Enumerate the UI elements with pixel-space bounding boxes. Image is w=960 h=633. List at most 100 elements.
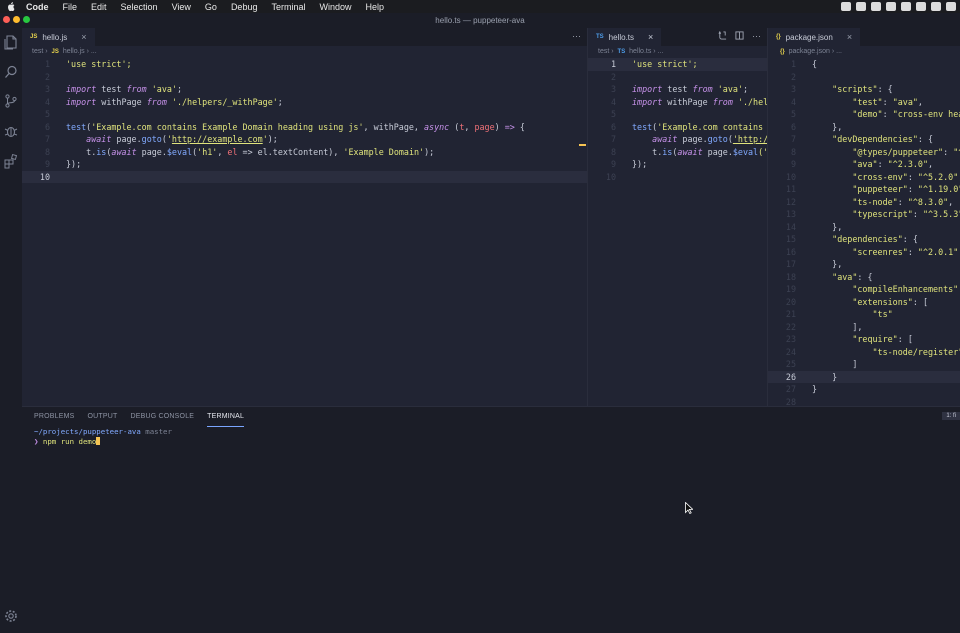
- wifi-icon[interactable]: [946, 2, 956, 11]
- manage-gear-icon[interactable]: [3, 608, 19, 624]
- code-line[interactable]: 20 "extensions": [: [768, 296, 960, 309]
- tab-hello-ts[interactable]: TS hello.ts ×: [588, 28, 662, 46]
- breadcrumb-file[interactable]: hello.js: [63, 48, 85, 55]
- terminal-selector[interactable]: 1: fi: [942, 412, 960, 420]
- code-line[interactable]: 2: [588, 71, 767, 84]
- breadcrumb-more[interactable]: ...: [91, 48, 97, 55]
- code-line[interactable]: 18 "ava": {: [768, 271, 960, 284]
- code-line[interactable]: 22 ],: [768, 321, 960, 334]
- close-window-button[interactable]: [3, 16, 10, 23]
- close-tab-icon[interactable]: ×: [847, 32, 852, 42]
- menu-terminal[interactable]: Terminal: [271, 2, 305, 12]
- breadcrumb-more[interactable]: ...: [658, 48, 664, 55]
- code-line[interactable]: 11 "puppeteer": "^1.19.0",: [768, 183, 960, 196]
- menu-go[interactable]: Go: [205, 2, 217, 12]
- tab-output[interactable]: OUTPUT: [88, 407, 118, 427]
- breadcrumb-folder[interactable]: test: [32, 48, 43, 55]
- menu-selection[interactable]: Selection: [121, 2, 158, 12]
- code-line[interactable]: 2: [768, 71, 960, 84]
- code-line[interactable]: 25 ]: [768, 358, 960, 371]
- close-tab-icon[interactable]: ×: [81, 32, 86, 42]
- code-line[interactable]: 8 t.is(await page.$eval('h1', el => el.t…: [22, 146, 587, 159]
- source-control-icon[interactable]: [3, 93, 19, 109]
- code-line[interactable]: 4 import withPage from './helpers/_withPa…: [22, 96, 587, 109]
- record-icon[interactable]: [841, 2, 851, 11]
- more-actions-icon[interactable]: ···: [752, 31, 761, 41]
- code-editor[interactable]: 1'use strict'; 2 3 import test from 'ava'; 4…: [588, 58, 767, 183]
- code-line[interactable]: 7 "devDependencies": {: [768, 133, 960, 146]
- code-line[interactable]: 24 "ts-node/register": [768, 346, 960, 359]
- code-line[interactable]: 6 test ('Example.com contains Example Doma…: [22, 121, 587, 134]
- terminal-output[interactable]: ~/projects/puppeteer-ava master ❯ npm ru…: [22, 427, 960, 446]
- breadcrumb-file[interactable]: hello.ts: [629, 48, 651, 55]
- code-line[interactable]: 28: [768, 396, 960, 407]
- close-tab-icon[interactable]: ×: [648, 32, 653, 42]
- code-line[interactable]: 3 import test from 'ava';: [22, 83, 587, 96]
- code-line[interactable]: 8 "@types/puppeteer": "^: [768, 146, 960, 159]
- tab-terminal[interactable]: TERMINAL: [207, 407, 245, 427]
- menu-window[interactable]: Window: [319, 2, 351, 12]
- menu-debug[interactable]: Debug: [231, 2, 258, 12]
- code-line[interactable]: 5 "demo": "cross-env hea: [768, 108, 960, 121]
- puzzle-icon[interactable]: [856, 2, 866, 11]
- code-line[interactable]: 27}: [768, 383, 960, 396]
- code-line[interactable]: 3 import test from 'ava';: [588, 83, 767, 96]
- cloud-icon[interactable]: [901, 2, 911, 11]
- code-line[interactable]: 21 "ts": [768, 308, 960, 321]
- code-line[interactable]: 1{: [768, 58, 960, 71]
- breadcrumb-more[interactable]: ...: [836, 48, 842, 55]
- code-line[interactable]: 17 },: [768, 258, 960, 271]
- menu-file[interactable]: File: [63, 2, 78, 12]
- open-changes-icon[interactable]: [718, 31, 727, 40]
- code-line[interactable]: 7 await page.goto('http:/: [588, 133, 767, 146]
- dollar-icon[interactable]: [871, 2, 881, 11]
- code-editor[interactable]: 1{2 3 "scripts": {4 "test": "ava", 5 "demo…: [768, 58, 960, 406]
- code-line[interactable]: 9});: [22, 158, 587, 171]
- code-line[interactable]: 13 "typescript": "^3.5.3": [768, 208, 960, 221]
- debug-icon[interactable]: [3, 123, 19, 139]
- drive-icon[interactable]: [916, 2, 926, 11]
- code-line[interactable]: 9});: [588, 158, 767, 171]
- code-line[interactable]: 10 "cross-env": "^5.2.0",: [768, 171, 960, 184]
- code-line[interactable]: 10: [588, 171, 767, 184]
- code-line[interactable]: 5: [22, 108, 587, 121]
- code-line[interactable]: 3 "scripts": {: [768, 83, 960, 96]
- search-icon[interactable]: [3, 64, 19, 80]
- code-line[interactable]: 12 "ts-node": "^8.3.0",: [768, 196, 960, 209]
- apple-icon[interactable]: [6, 2, 16, 11]
- code-line[interactable]: 26 }: [768, 370, 960, 383]
- menu-app[interactable]: Code: [26, 2, 49, 12]
- battery-icon[interactable]: [931, 2, 941, 11]
- code-line[interactable]: 16 "screenres": "^2.0.1": [768, 246, 960, 259]
- code-editor[interactable]: 1'use strict'; 2 3 import test from 'ava'; 4…: [22, 58, 587, 183]
- code-line[interactable]: 15 "dependencies": {: [768, 233, 960, 246]
- code-line[interactable]: 19 "compileEnhancements":: [768, 283, 960, 296]
- breadcrumb-folder[interactable]: test: [598, 48, 609, 55]
- more-actions-icon[interactable]: ···: [572, 31, 581, 41]
- code-line[interactable]: 4 "test": "ava",: [768, 96, 960, 109]
- code-line[interactable]: 5: [588, 108, 767, 121]
- split-editor-icon[interactable]: [735, 31, 744, 40]
- minimize-window-button[interactable]: [13, 16, 20, 23]
- pen-icon[interactable]: [886, 2, 896, 11]
- code-line[interactable]: 6 test('Example.com contains E: [588, 121, 767, 134]
- code-line[interactable]: 7 await page.goto('http://example.com');: [22, 133, 587, 146]
- maximize-window-button[interactable]: [23, 16, 30, 23]
- code-line[interactable]: 9 "ava": "^2.3.0",: [768, 158, 960, 171]
- code-line[interactable]: 4 import withPage from './help: [588, 96, 767, 109]
- menu-view[interactable]: View: [172, 2, 191, 12]
- explorer-icon[interactable]: [3, 34, 19, 50]
- code-line[interactable]: 23 "require": [: [768, 333, 960, 346]
- menu-help[interactable]: Help: [366, 2, 385, 12]
- code-line[interactable]: 8 t.is(await page.$eval(': [588, 146, 767, 159]
- tab-package-json[interactable]: {} package.json ×: [768, 28, 861, 46]
- tab-debug-console[interactable]: DEBUG CONSOLE: [130, 407, 194, 427]
- code-line[interactable]: 14 },: [768, 221, 960, 234]
- code-line[interactable]: 10: [22, 170, 587, 183]
- tab-hello-js[interactable]: JS hello.js ×: [22, 28, 95, 46]
- code-line[interactable]: 2: [22, 71, 587, 84]
- tab-problems[interactable]: PROBLEMS: [34, 407, 75, 427]
- extensions-icon[interactable]: [3, 153, 19, 169]
- breadcrumb-file[interactable]: package.json: [789, 48, 830, 55]
- menu-edit[interactable]: Edit: [91, 2, 107, 12]
